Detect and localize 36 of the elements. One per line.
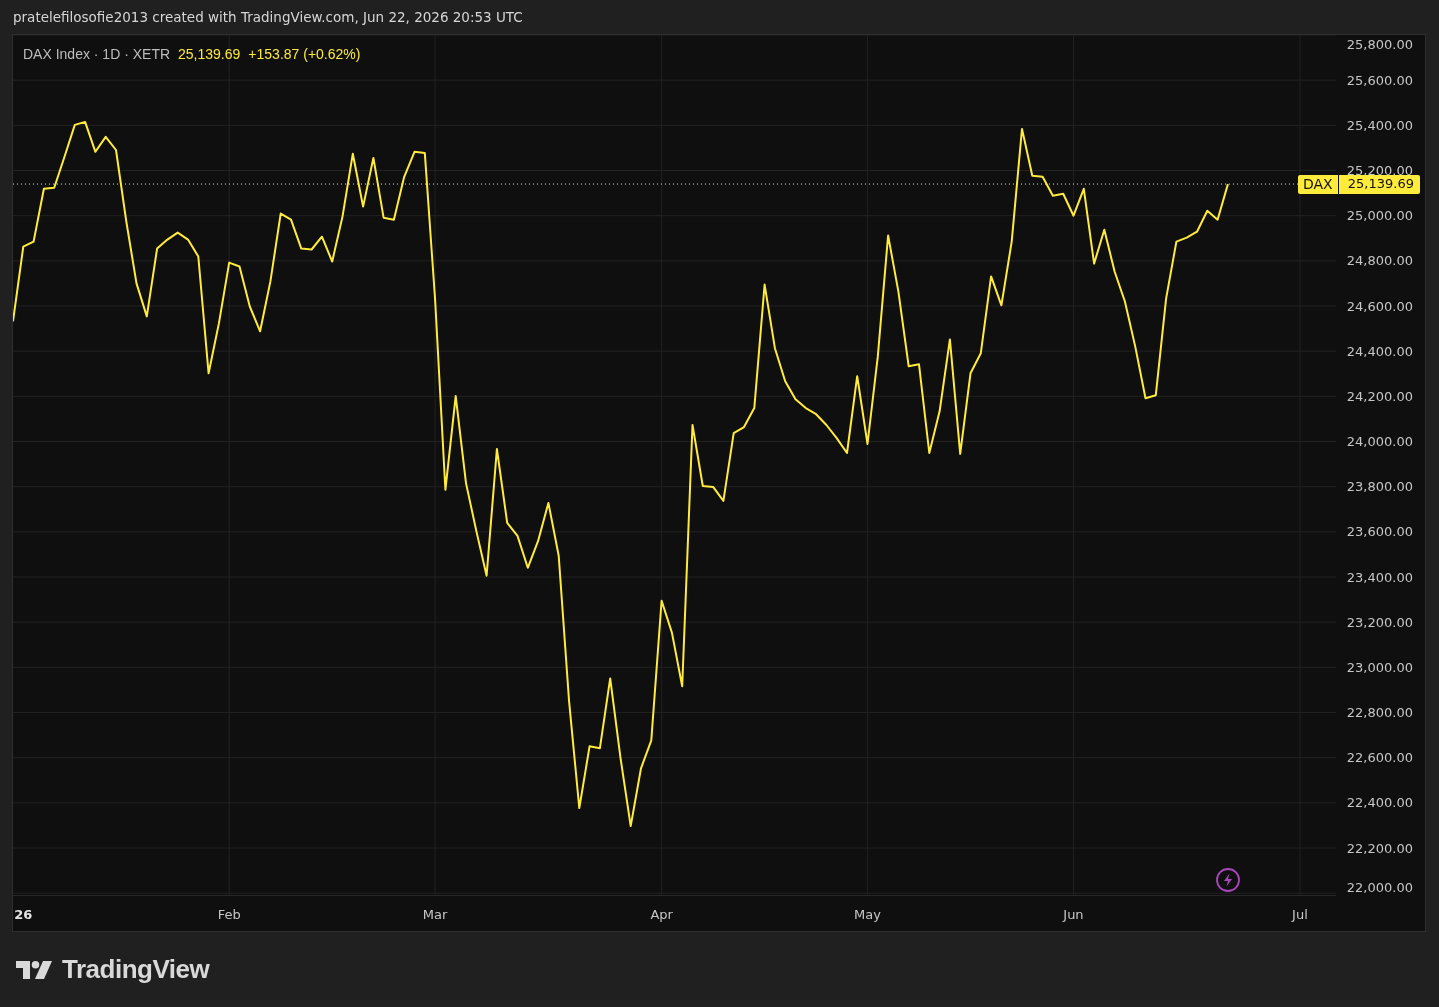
x-axis-label: Apr xyxy=(650,906,673,922)
y-axis-label: 25,800.00 xyxy=(1346,36,1413,52)
symbol-info: DAX Index · 1D · XETR xyxy=(23,45,171,64)
logo-wordmark: TradingView xyxy=(62,953,210,986)
y-axis-label: 24,000.00 xyxy=(1346,434,1413,449)
y-axis-label: 22,600.00 xyxy=(1346,750,1413,766)
y-axis-label: 23,600.00 xyxy=(1346,524,1413,540)
x-axis-label: Jun xyxy=(1063,906,1084,922)
x-axis-label: Feb xyxy=(217,906,241,922)
x-axis-label: 26 xyxy=(14,906,33,922)
lightning-icon[interactable] xyxy=(1216,868,1240,892)
y-axis-label: 24,200.00 xyxy=(1346,388,1413,404)
last-price: 25,139.69 xyxy=(178,45,241,64)
price-change: +153.87 (+0.62%) xyxy=(248,45,361,64)
y-axis-label: 25,400.00 xyxy=(1346,117,1413,133)
y-axis-label: 23,800.00 xyxy=(1346,479,1413,495)
series-label: DAX xyxy=(1298,174,1339,194)
y-axis-label: 25,600.00 xyxy=(1346,72,1413,88)
y-axis-label: 22,800.00 xyxy=(1346,705,1413,720)
y-axis-label: 22,000.00 xyxy=(1346,879,1413,895)
chart-caption: pratelefilosofie2013 created with TradingView.com, Jun 22, 2026 20:53 UTC xyxy=(13,7,523,27)
x-axis-label: Jul xyxy=(1292,906,1308,922)
x-axis-label: May xyxy=(854,906,881,922)
y-axis-label: 24,400.00 xyxy=(1346,343,1413,359)
y-axis-label: 25,200.00 xyxy=(1346,163,1413,178)
y-axis-label: 22,400.00 xyxy=(1346,795,1413,811)
y-axis-label: 22,200.00 xyxy=(1346,840,1413,856)
y-axis-label: 23,200.00 xyxy=(1346,614,1413,630)
x-axis-label: Mar xyxy=(422,906,448,922)
badge-price: 25,139.69 xyxy=(1346,175,1415,194)
y-axis-label: 23,000.00 xyxy=(1346,659,1413,675)
y-axis-label: 24,800.00 xyxy=(1346,253,1413,269)
y-axis-label: 25,000.00 xyxy=(1346,208,1413,224)
y-axis-label: 24,600.00 xyxy=(1346,298,1413,314)
y-axis-label: 23,400.00 xyxy=(1346,569,1413,585)
logo-icon xyxy=(16,960,52,979)
